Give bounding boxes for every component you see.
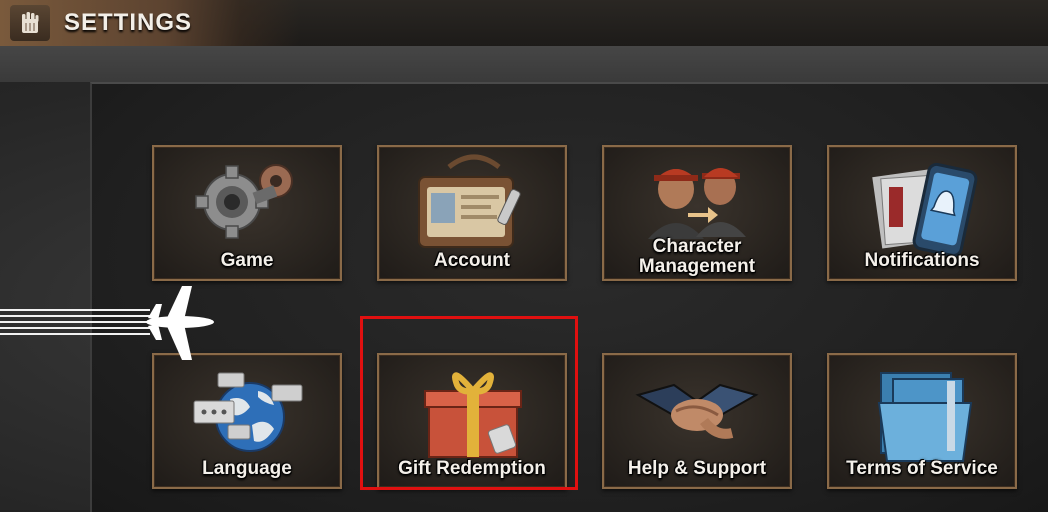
tile-label: Character Management <box>638 236 756 277</box>
tile-label: Account <box>434 250 510 271</box>
tile-label: Terms of Service <box>846 458 998 479</box>
tile-label: Gift Redemption <box>398 458 546 479</box>
language-button[interactable]: Language <box>152 353 342 489</box>
airplane-icon <box>0 286 214 360</box>
tile-label: Help & Support <box>627 458 767 479</box>
game-settings-button[interactable]: Game <box>152 145 342 281</box>
page-title: SETTINGS <box>64 9 193 36</box>
help-support-button[interactable]: Help & Support <box>602 353 792 489</box>
fist-emblem-icon <box>10 5 50 41</box>
account-button[interactable]: Account <box>377 145 567 281</box>
terms-of-service-button[interactable]: Terms of Service <box>827 353 1017 489</box>
header-strip <box>0 46 1048 82</box>
gift-redemption-button[interactable]: Gift Redemption <box>377 353 567 489</box>
character-management-button[interactable]: Character Management <box>602 145 792 281</box>
header-bar: SETTINGS <box>0 0 1048 46</box>
tile-label: Notifications <box>864 250 980 271</box>
notifications-button[interactable]: Notifications <box>827 145 1017 281</box>
title-plate: SETTINGS <box>0 0 300 46</box>
tile-label: Language <box>202 458 292 479</box>
tile-label: Game <box>220 250 274 271</box>
